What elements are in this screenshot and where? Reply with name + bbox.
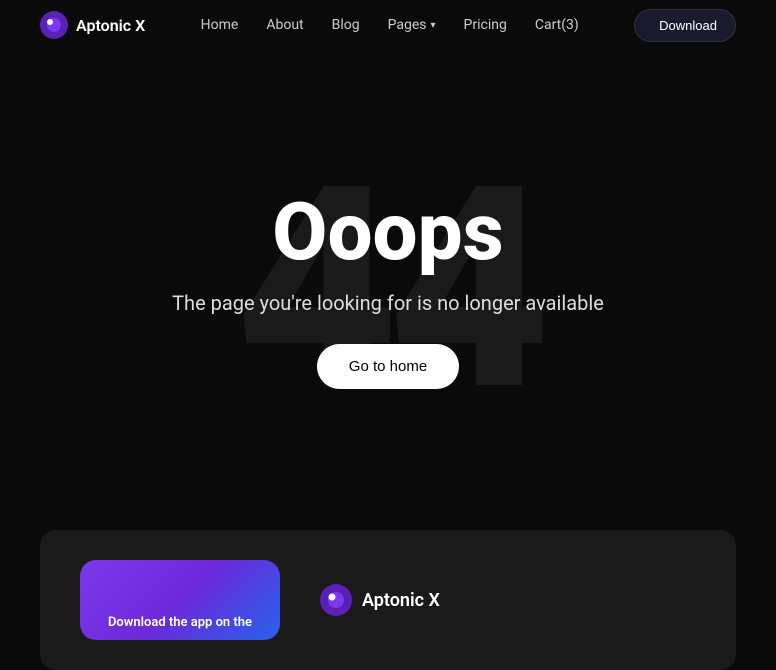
brand-icon — [40, 11, 68, 39]
footer-brand-icon — [320, 584, 352, 616]
brand-logo-link[interactable]: Aptonic X — [40, 11, 145, 39]
chevron-down-icon: ▾ — [431, 20, 436, 31]
nav-pages[interactable]: Pages ▾ — [388, 17, 436, 33]
brand-name: Aptonic X — [76, 16, 145, 35]
app-preview-text: Download the app on the — [98, 615, 262, 630]
nav-about[interactable]: About — [266, 17, 303, 33]
navbar-actions: Download — [634, 9, 736, 42]
nav-pricing[interactable]: Pricing — [464, 17, 507, 33]
error-subtitle: The page you're looking for is no longer… — [172, 288, 604, 318]
nav-cart[interactable]: Cart(3) — [535, 17, 579, 33]
hero-section: 4 4 Ooops The page you're looking for is… — [0, 50, 776, 530]
hero-content: Ooops The page you're looking for is no … — [172, 192, 604, 389]
error-title: Ooops — [272, 192, 503, 272]
nav-links: Home About Blog Pages ▾ Pricing Cart(3) — [201, 17, 579, 33]
go-home-button[interactable]: Go to home — [317, 344, 459, 389]
footer-brand: Aptonic X — [320, 584, 440, 616]
footer-card: Download the app on the Aptonic X — [40, 530, 736, 670]
nav-home[interactable]: Home — [201, 17, 239, 33]
download-button[interactable]: Download — [634, 9, 736, 42]
navbar: Aptonic X Home About Blog Pages ▾ Pricin… — [0, 0, 776, 50]
app-preview-card: Download the app on the — [80, 560, 280, 640]
nav-blog[interactable]: Blog — [332, 17, 360, 33]
footer-brand-name: Aptonic X — [362, 590, 440, 611]
